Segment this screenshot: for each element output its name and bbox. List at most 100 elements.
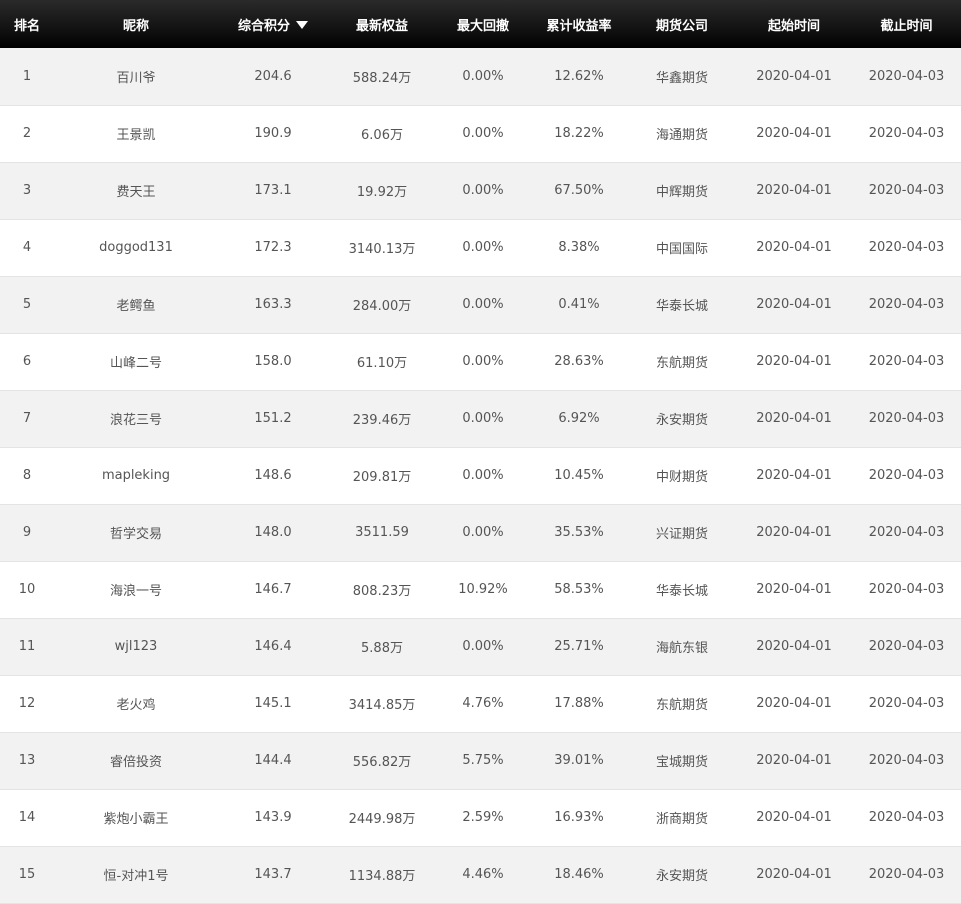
cell-score: 144.4 — [254, 753, 292, 768]
cell-nickname: 浪花三号 — [109, 413, 162, 428]
cell-nickname: 山峰二号 — [109, 356, 162, 371]
cell-rank: 8 — [22, 468, 32, 483]
cell-nickname: 百川爷 — [116, 70, 156, 86]
cell-score: 146.4 — [254, 639, 292, 654]
cell-return: 17.88% — [554, 696, 604, 711]
cell-equity: 3511.59 — [355, 525, 409, 540]
cell-start: 2020-04-01 — [756, 411, 832, 426]
header-nickname[interactable]: 昵称 — [54, 0, 218, 48]
cell-score: 151.2 — [254, 411, 292, 426]
cell-rank: 1 — [22, 68, 32, 84]
cell-company: 海航东银 — [655, 641, 708, 656]
cell-start: 2020-04-01 — [756, 639, 832, 654]
table-row[interactable]: 11 wjl123 146.4 5.88万 0.00% 25.71% 海航东银 2020-04… — [0, 618, 961, 675]
table-row[interactable]: 7 浪花三号 151.2 239.46万 0.00% 6.92% 永安期货 2020-04-0… — [0, 390, 961, 447]
cell-end: 2020-04-03 — [868, 240, 945, 255]
cell-rank: 6 — [22, 354, 32, 369]
cell-company: 华泰长城 — [655, 299, 708, 314]
cell-return: 58.53% — [554, 582, 604, 597]
cell-end: 2020-04-03 — [868, 411, 945, 426]
cell-return: 18.46% — [554, 867, 604, 882]
header-end[interactable]: 截止时间 — [852, 0, 961, 48]
table-row[interactable]: 1 百川爷 204.6 588.24万 0.00% 12.62% 华鑫期货 2020-04-0… — [0, 48, 961, 105]
header-equity[interactable]: 最新权益 — [328, 0, 436, 48]
header-drawdown[interactable]: 最大回撤 — [436, 0, 530, 48]
cell-score: 172.3 — [254, 240, 292, 255]
cell-return: 6.92% — [558, 411, 600, 426]
cell-company: 永安期货 — [655, 413, 708, 428]
cell-equity: 588.24万 — [352, 70, 412, 86]
cell-equity: 808.23万 — [352, 584, 412, 599]
cell-end: 2020-04-03 — [868, 810, 945, 825]
cell-end: 2020-04-03 — [868, 525, 945, 540]
cell-score: 143.7 — [254, 867, 292, 882]
cell-drawdown: 0.00% — [462, 468, 504, 483]
cell-rank: 10 — [18, 582, 36, 597]
table-row[interactable]: 10 海浪一号 146.7 808.23万 10.92% 58.53% 华泰长城 2020-0… — [0, 561, 961, 618]
cell-drawdown: 5.75% — [462, 753, 504, 768]
cell-drawdown: 2.59% — [462, 810, 504, 825]
cell-start: 2020-04-01 — [756, 525, 832, 540]
cell-drawdown: 0.00% — [462, 68, 504, 84]
cell-drawdown: 0.00% — [462, 126, 504, 141]
cell-rank: 4 — [22, 240, 32, 255]
table-row[interactable]: 6 山峰二号 158.0 61.10万 0.00% 28.63% 东航期货 2020-04-0… — [0, 333, 961, 390]
cell-score: 143.9 — [254, 810, 292, 825]
cell-drawdown: 0.00% — [462, 639, 504, 654]
table-row[interactable]: 14 紫炮小霸王 143.9 2449.98万 2.59% 16.93% 浙商期货 2020-… — [0, 789, 961, 846]
cell-score: 204.6 — [254, 68, 292, 84]
table-row[interactable]: 4 doggod131 172.3 3140.13万 0.00% 8.38% 中国国际 202… — [0, 219, 961, 276]
cell-return: 0.41% — [558, 297, 600, 312]
cell-rank: 7 — [22, 411, 32, 426]
cell-end: 2020-04-03 — [868, 183, 945, 198]
cell-score: 173.1 — [254, 183, 292, 198]
cell-start: 2020-04-01 — [756, 126, 832, 141]
table-row[interactable]: 9 哲学交易 148.0 3511.59 0.00% 35.53% 兴证期货 2020-04-… — [0, 504, 961, 561]
cell-return: 16.93% — [554, 810, 604, 825]
cell-equity: 5.88万 — [361, 641, 403, 656]
cell-nickname: 哲学交易 — [109, 527, 162, 542]
cell-score: 190.9 — [254, 126, 292, 141]
table-row[interactable]: 13 睿倍投资 144.4 556.82万 5.75% 39.01% 宝城期货 2020-04… — [0, 732, 961, 789]
cell-rank: 9 — [22, 525, 32, 540]
table-row[interactable]: 8 mapleking 148.6 209.81万 0.00% 10.45% 中财期货 202… — [0, 447, 961, 504]
cell-company: 中辉期货 — [655, 185, 708, 200]
cell-nickname: mapleking — [101, 468, 171, 483]
cell-nickname: 紫炮小霸王 — [103, 812, 169, 827]
table-row[interactable]: 3 费天王 173.1 19.92万 0.00% 67.50% 中辉期货 2020-04-01… — [0, 162, 961, 219]
cell-score: 146.7 — [254, 582, 292, 597]
cell-company: 中财期货 — [655, 470, 708, 485]
cell-rank: 15 — [18, 867, 36, 882]
header-rank[interactable]: 排名 — [0, 0, 54, 48]
cell-company: 华泰长城 — [655, 584, 708, 599]
table-row[interactable]: 2 王景凯 190.9 6.06万 0.00% 18.22% 海通期货 2020-04-01 2… — [0, 105, 961, 162]
cell-return: 35.53% — [554, 525, 604, 540]
header-score[interactable]: 综合积分 — [218, 0, 328, 48]
cell-return: 39.01% — [554, 753, 604, 768]
cell-score: 145.1 — [254, 696, 292, 711]
cell-end: 2020-04-03 — [868, 68, 945, 84]
cell-nickname: 恒-对冲1号 — [103, 869, 169, 884]
cell-nickname: 睿倍投资 — [109, 755, 162, 770]
table-row[interactable]: 12 老火鸡 145.1 3414.85万 4.76% 17.88% 东航期货 2020-04… — [0, 675, 961, 732]
cell-drawdown: 4.46% — [462, 867, 504, 882]
cell-drawdown: 0.00% — [462, 354, 504, 369]
sort-desc-icon[interactable] — [296, 20, 308, 29]
table-row[interactable]: 15 恒-对冲1号 143.7 1134.88万 4.46% 18.46% 永安期货 2020… — [0, 846, 961, 903]
cell-end: 2020-04-03 — [868, 126, 945, 141]
cell-start: 2020-04-01 — [756, 240, 832, 255]
header-start[interactable]: 起始时间 — [736, 0, 852, 48]
cell-equity: 3140.13万 — [348, 242, 416, 257]
header-return[interactable]: 累计收益率 — [530, 0, 628, 48]
cell-company: 华鑫期货 — [655, 70, 708, 86]
cell-return: 10.45% — [554, 468, 604, 483]
cell-end: 2020-04-03 — [868, 753, 945, 768]
table-row[interactable]: 5 老鳄鱼 163.3 284.00万 0.00% 0.41% 华泰长城 2020-04-01… — [0, 276, 961, 333]
header-score-label: 综合积分 — [237, 18, 290, 34]
cell-company: 东航期货 — [655, 698, 708, 713]
cell-nickname: 王景凯 — [116, 128, 156, 143]
cell-company: 宝城期货 — [655, 755, 708, 770]
cell-end: 2020-04-03 — [868, 297, 945, 312]
cell-score: 148.0 — [254, 525, 292, 540]
header-company[interactable]: 期货公司 — [628, 0, 736, 48]
